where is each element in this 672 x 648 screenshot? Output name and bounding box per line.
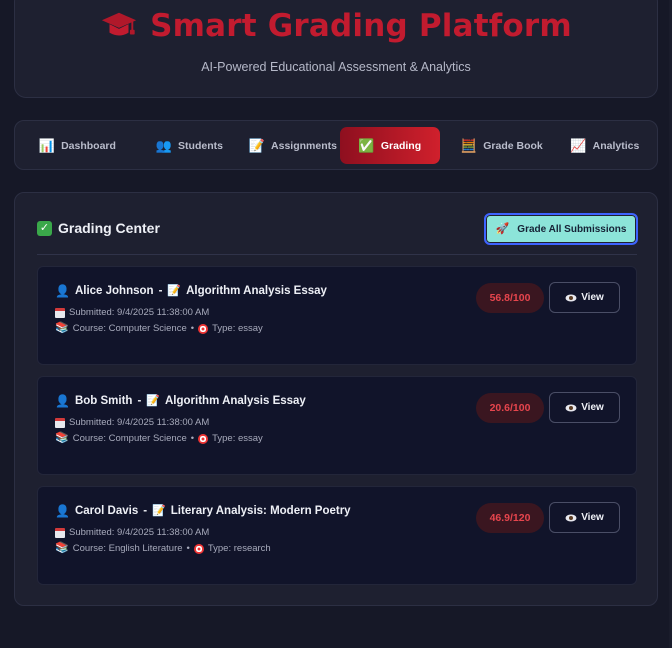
users-icon: 👥	[155, 138, 172, 153]
trending-up-icon: 📈	[570, 138, 587, 153]
meta-separator: •	[190, 323, 195, 334]
view-button[interactable]: View	[549, 282, 620, 313]
person-icon: 👤	[55, 284, 70, 298]
submitted-line: Submitted: 9/4/2025 11:38:00 AM	[55, 307, 209, 318]
memo-icon: 📝	[146, 394, 160, 407]
target-icon	[193, 543, 204, 554]
view-label: View	[581, 512, 604, 523]
assignment-name: Algorithm Analysis Essay	[165, 395, 306, 407]
books-icon: 📚	[55, 432, 69, 444]
target-icon	[198, 323, 209, 334]
tab-label: Grade Book	[483, 139, 543, 152]
course-text: Course: Computer Science	[72, 433, 187, 444]
course-line: 📚 Course: English Literature • Type: res…	[55, 542, 271, 555]
student-name: Alice Johnson	[74, 285, 154, 297]
view-label: View	[581, 292, 604, 303]
panel-title: ✓ Grading Center	[37, 220, 160, 236]
abacus-icon: 🧮	[460, 138, 477, 153]
title-separator: -	[137, 395, 142, 407]
graduation-cap-icon	[101, 12, 137, 36]
divider	[37, 254, 637, 255]
app-title: Smart Grading Platform	[150, 8, 572, 44]
course-text: Course: Computer Science	[72, 323, 187, 334]
eye-icon	[565, 294, 577, 301]
grading-panel: ✓ Grading Center 🚀 Grade All Submissions…	[14, 192, 658, 606]
app-subtitle: AI-Powered Educational Assessment & Anal…	[201, 60, 471, 74]
course-line: 📚 Course: Computer Science • Type: essay	[55, 322, 263, 335]
memo-icon: 📝	[167, 284, 182, 297]
check-mark-icon: ✓	[37, 220, 52, 236]
submission-title: 👤 Carol Davis - 📝 Literary Analysis: Mod…	[55, 505, 351, 517]
books-icon: 📚	[55, 322, 69, 334]
tab-grading[interactable]: ✅ Grading	[340, 127, 440, 164]
check-icon: ✅	[358, 138, 375, 153]
target-icon	[198, 433, 209, 444]
tab-students[interactable]: 👥 Students	[137, 127, 242, 164]
tab-analytics[interactable]: 📈 Analytics	[560, 127, 650, 164]
assignment-name: Literary Analysis: Modern Poetry	[170, 505, 351, 517]
calendar-icon	[55, 417, 65, 428]
student-name: Carol Davis	[74, 505, 139, 517]
chart-icon: 📊	[38, 138, 55, 153]
score-badge: 56.8/100	[476, 283, 544, 313]
course-text: Course: English Literature	[72, 543, 183, 554]
memo-icon: 📝	[152, 504, 166, 517]
eye-icon	[565, 404, 577, 411]
meta-separator: •	[190, 433, 195, 444]
submission-title: 👤 Bob Smith - 📝 Algorithm Analysis Essay	[55, 395, 306, 407]
tab-label: Analytics	[592, 139, 640, 152]
memo-icon: 📝	[248, 138, 265, 153]
submitted-text: Submitted: 9/4/2025 11:38:00 AM	[69, 417, 210, 428]
view-label: View	[581, 402, 604, 413]
type-text: Type: essay	[212, 323, 263, 334]
header-card: Smart Grading Platform AI-Powered Educat…	[14, 0, 658, 98]
rocket-icon: 🚀	[495, 222, 510, 235]
eye-icon	[565, 514, 577, 521]
calendar-icon	[55, 307, 65, 318]
meta-separator: •	[186, 543, 190, 554]
person-icon: 👤	[55, 394, 70, 408]
submitted-line: Submitted: 9/4/2025 11:38:00 AM	[55, 527, 209, 538]
submission-title: 👤 Alice Johnson - 📝 Algorithm Analysis E…	[55, 285, 327, 297]
course-line: 📚 Course: Computer Science • Type: essay	[55, 432, 263, 445]
type-text: Type: research	[207, 543, 271, 554]
app-root: Smart Grading Platform AI-Powered Educat…	[0, 0, 672, 648]
submitted-text: Submitted: 9/4/2025 11:38:00 AM	[69, 307, 210, 318]
brand: Smart Grading Platform	[15, 7, 657, 45]
tab-assignments[interactable]: 📝 Assignments	[237, 127, 349, 164]
tab-label: Grading	[380, 139, 422, 152]
grade-all-button[interactable]: 🚀 Grade All Submissions	[484, 213, 638, 245]
submission-list: 👤 Alice Johnson - 📝 Algorithm Analysis E…	[37, 266, 637, 596]
submitted-text: Submitted: 9/4/2025 11:38:00 AM	[69, 527, 210, 538]
panel-title-text: Grading Center	[58, 220, 160, 236]
grade-all-label: Grade All Submissions	[517, 223, 627, 235]
submission-card: 👤 Alice Johnson - 📝 Algorithm Analysis E…	[37, 266, 637, 365]
type-text: Type: essay	[212, 433, 263, 444]
tab-label: Students	[178, 139, 223, 152]
title-separator: -	[158, 285, 163, 297]
main-nav: 📊 Dashboard 👥 Students 📝 Assignments ✅ G…	[14, 120, 658, 170]
tab-label: Dashboard	[61, 139, 116, 152]
score-badge: 46.9/120	[476, 503, 544, 533]
title-separator: -	[143, 505, 148, 517]
submitted-line: Submitted: 9/4/2025 11:38:00 AM	[55, 417, 209, 428]
student-name: Bob Smith	[74, 395, 133, 407]
submission-card: 👤 Bob Smith - 📝 Algorithm Analysis Essay…	[37, 376, 637, 475]
view-button[interactable]: View	[549, 392, 620, 423]
submission-card: 👤 Carol Davis - 📝 Literary Analysis: Mod…	[37, 486, 637, 585]
assignment-name: Algorithm Analysis Essay	[186, 285, 327, 297]
person-icon: 👤	[55, 504, 70, 518]
books-icon: 📚	[55, 542, 69, 554]
score-badge: 20.6/100	[476, 393, 544, 423]
tab-label: Assignments	[271, 139, 337, 152]
tab-grade-book[interactable]: 🧮 Grade Book	[447, 127, 557, 164]
tab-dashboard[interactable]: 📊 Dashboard	[25, 127, 130, 164]
view-button[interactable]: View	[549, 502, 620, 533]
calendar-icon	[55, 527, 65, 538]
